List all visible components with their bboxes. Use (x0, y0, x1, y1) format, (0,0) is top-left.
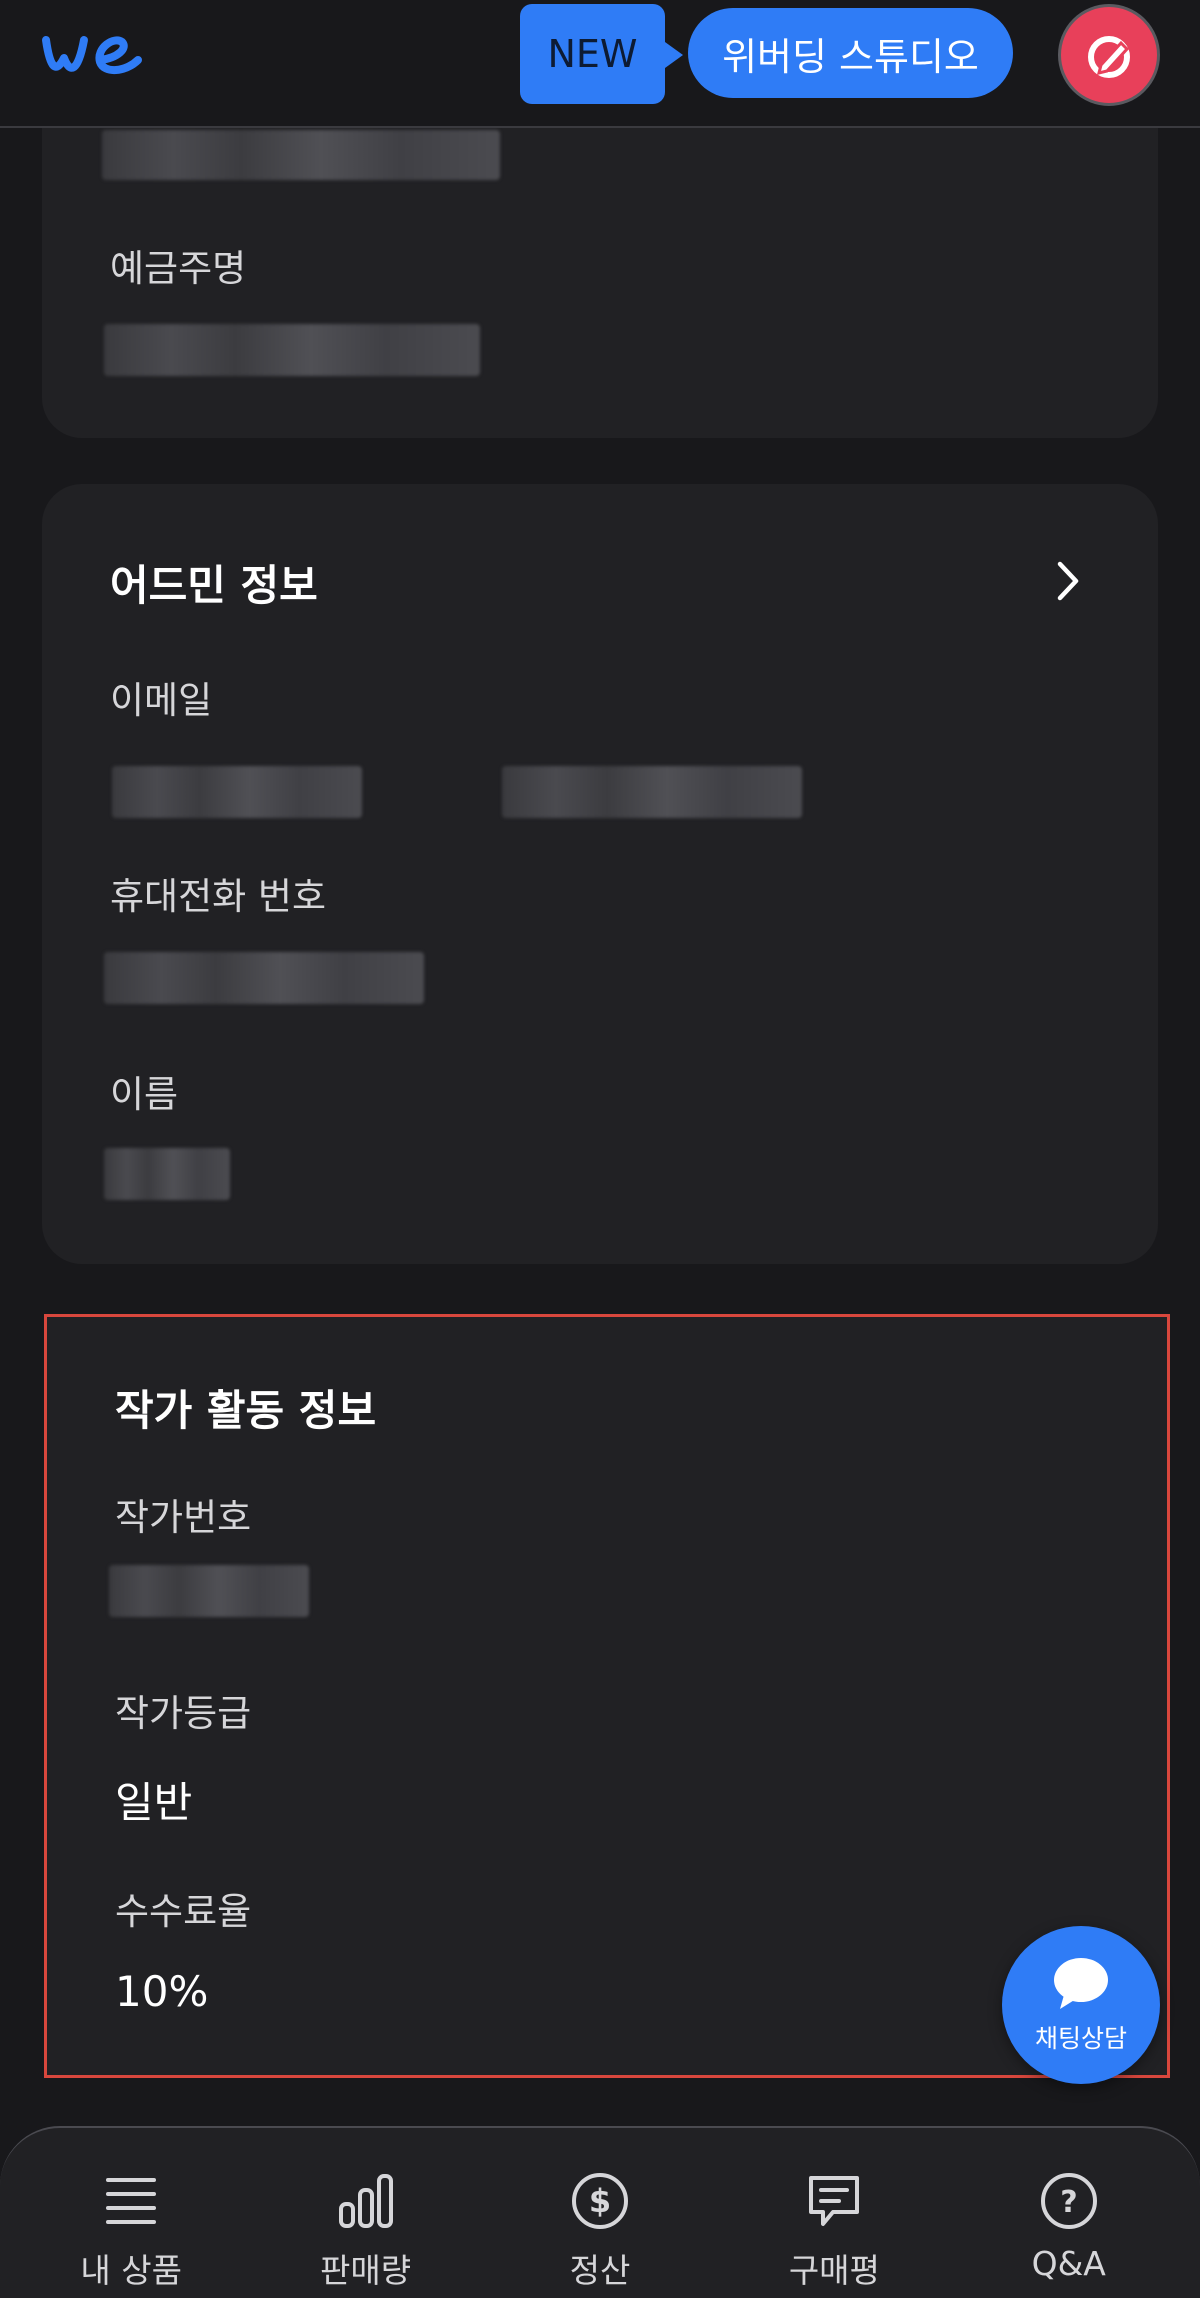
nav-qna[interactable]: ? Q&A (959, 2128, 1179, 2298)
redacted-artist-number (109, 1565, 309, 1617)
nav-settlement-label: 정산 (569, 2251, 631, 2290)
question-icon: ? (1040, 2173, 1097, 2229)
pencil-icon (1088, 36, 1130, 78)
chat-bubble-icon (1054, 1958, 1108, 2009)
nav-reviews-label: 구매평 (788, 2251, 880, 2290)
nav-sales-label: 판매량 (320, 2251, 412, 2290)
svg-text:?: ? (1060, 2185, 1077, 2220)
redacted-email-part1 (112, 766, 362, 818)
fee-rate-label: 수수료율 (115, 1890, 252, 1933)
seller-info-page: NEW 위버딩 스튜디오 예금주명 어드민 정보 이메일 휴대전화 번호 이름 … (0, 0, 1200, 2298)
redacted-email-part2 (502, 766, 802, 818)
artist-activity-card: 작가 활동 정보 작가번호 작가등급 일반 수수료율 10% (44, 1314, 1170, 2078)
nav-qna-label: Q&A (1031, 2244, 1106, 2283)
nav-my-products[interactable]: 내 상품 (21, 2128, 241, 2298)
nav-reviews[interactable]: 구매평 (724, 2128, 944, 2298)
redacted-name (104, 1148, 230, 1200)
we-logo[interactable] (40, 18, 160, 88)
bar-chart-icon (338, 2174, 393, 2228)
nav-settlement[interactable]: $ 정산 (490, 2128, 710, 2298)
artist-activity-title: 작가 활동 정보 (115, 1386, 377, 1435)
redacted-account-number (102, 130, 500, 180)
admin-info-card[interactable]: 어드민 정보 이메일 휴대전화 번호 이름 (42, 484, 1158, 1264)
admin-info-title: 어드민 정보 (110, 561, 318, 610)
chat-consult-label: 채팅상담 (1034, 2024, 1127, 2053)
redacted-phone (104, 952, 424, 1004)
list-icon (106, 2178, 157, 2224)
email-label: 이메일 (110, 679, 213, 722)
chevron-right-icon[interactable] (1048, 556, 1088, 606)
new-badge: NEW (520, 4, 683, 104)
svg-text:$: $ (589, 2182, 611, 2220)
redacted-account-holder (104, 324, 480, 376)
artist-grade-label: 작가등급 (115, 1692, 252, 1735)
account-holder-label: 예금주명 (110, 247, 247, 290)
nav-sales[interactable]: 판매량 (256, 2128, 476, 2298)
studio-button[interactable]: 위버딩 스튜디오 (688, 8, 1013, 98)
phone-label: 휴대전화 번호 (110, 875, 327, 918)
artist-number-label: 작가번호 (115, 1496, 252, 1539)
edit-button[interactable] (1058, 4, 1160, 106)
chat-consult-button[interactable]: 채팅상담 (1002, 1926, 1160, 2084)
top-header: NEW 위버딩 스튜디오 (0, 0, 1200, 128)
bottom-nav: 내 상품 판매량 $ 정산 구매평 ? Q&A (0, 2126, 1200, 2298)
review-icon (809, 2176, 860, 2226)
fee-rate-value: 10% (115, 1967, 209, 2016)
dollar-icon: $ (571, 2173, 628, 2229)
artist-grade-value: 일반 (115, 1778, 193, 1827)
name-label: 이름 (110, 1073, 179, 1116)
nav-my-products-label: 내 상품 (80, 2251, 182, 2290)
